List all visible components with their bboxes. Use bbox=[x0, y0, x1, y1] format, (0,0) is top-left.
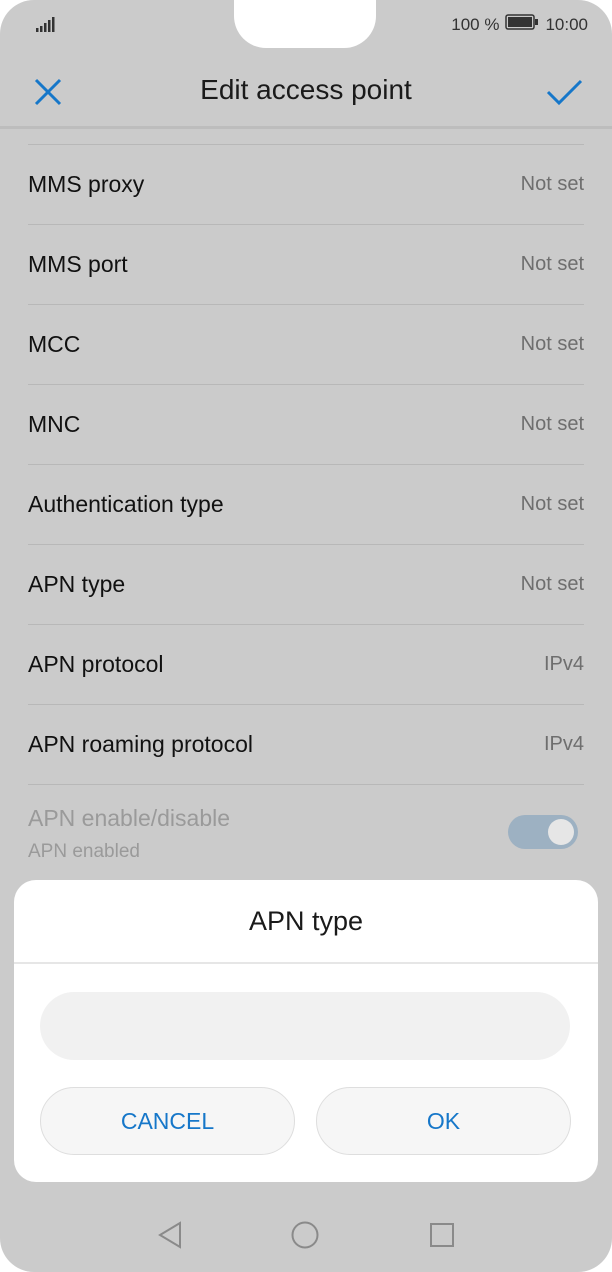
setting-label: APN roaming protocol bbox=[28, 731, 253, 757]
setting-label: APN protocol bbox=[28, 651, 164, 677]
toggle-knob bbox=[548, 819, 574, 845]
apn-type-input[interactable] bbox=[40, 992, 570, 1060]
setting-row-mnc[interactable]: MNC Not set bbox=[28, 384, 584, 464]
back-triangle-icon[interactable] bbox=[156, 1220, 184, 1255]
setting-value: Not set bbox=[520, 413, 584, 435]
check-icon[interactable] bbox=[544, 72, 584, 112]
status-bar: 100 % 10:00 bbox=[0, 12, 612, 38]
setting-row-mcc[interactable]: MCC Not set bbox=[28, 304, 584, 384]
toggle-label: APN enable/disable bbox=[28, 805, 231, 831]
setting-value: Not set bbox=[520, 573, 584, 595]
setting-label: MNC bbox=[28, 411, 81, 437]
setting-label: APN type bbox=[28, 571, 126, 597]
signal-icon bbox=[36, 16, 56, 37]
recents-square-icon[interactable] bbox=[428, 1220, 456, 1255]
battery-icon bbox=[505, 14, 539, 35]
apn-type-dialog: APN type CANCEL OK bbox=[14, 880, 598, 1182]
dialog-title: APN type bbox=[248, 906, 364, 936]
dialog-divider bbox=[14, 962, 598, 964]
setting-label: MCC bbox=[28, 331, 81, 357]
setting-value: Not set bbox=[520, 253, 584, 275]
app-bar: Edit access point bbox=[0, 56, 612, 126]
battery-percent: 100 % bbox=[451, 14, 500, 34]
setting-value: Not set bbox=[520, 173, 584, 195]
header-divider bbox=[0, 126, 612, 129]
home-circle-icon[interactable] bbox=[290, 1220, 320, 1255]
ok-button[interactable]: OK bbox=[316, 1087, 571, 1155]
setting-row-authentication-type[interactable]: Authentication type Not set bbox=[28, 464, 584, 544]
setting-label: Authentication type bbox=[28, 491, 224, 517]
phone-screen: 100 % 10:00 Edit access point MMS proxy … bbox=[0, 0, 612, 1272]
setting-row-apn-roaming-protocol[interactable]: APN roaming protocol IPv4 bbox=[28, 704, 584, 784]
setting-value: Not set bbox=[520, 333, 584, 355]
setting-row-mms-proxy[interactable]: MMS proxy Not set bbox=[28, 144, 584, 224]
setting-row-mms-port[interactable]: MMS port Not set bbox=[28, 224, 584, 304]
setting-label: MMS port bbox=[28, 251, 128, 277]
toggle-sublabel: APN enabled bbox=[28, 841, 140, 862]
navigation-bar bbox=[0, 1200, 612, 1272]
setting-value: IPv4 bbox=[543, 733, 584, 755]
setting-value: IPv4 bbox=[543, 653, 584, 675]
setting-value: Not set bbox=[520, 493, 584, 515]
setting-row-apn-type[interactable]: APN type Not set bbox=[28, 544, 584, 624]
page-title: Edit access point bbox=[200, 74, 412, 105]
clock: 10:00 bbox=[545, 14, 588, 34]
setting-row-apn-enable: APN enable/disable APN enabled bbox=[28, 784, 584, 883]
apn-enable-toggle bbox=[508, 815, 578, 849]
setting-label: MMS proxy bbox=[28, 171, 145, 197]
setting-row-apn-protocol[interactable]: APN protocol IPv4 bbox=[28, 624, 584, 704]
settings-list: MMS proxy Not set MMS port Not set MCC N… bbox=[0, 144, 612, 883]
cancel-button[interactable]: CANCEL bbox=[40, 1087, 295, 1155]
